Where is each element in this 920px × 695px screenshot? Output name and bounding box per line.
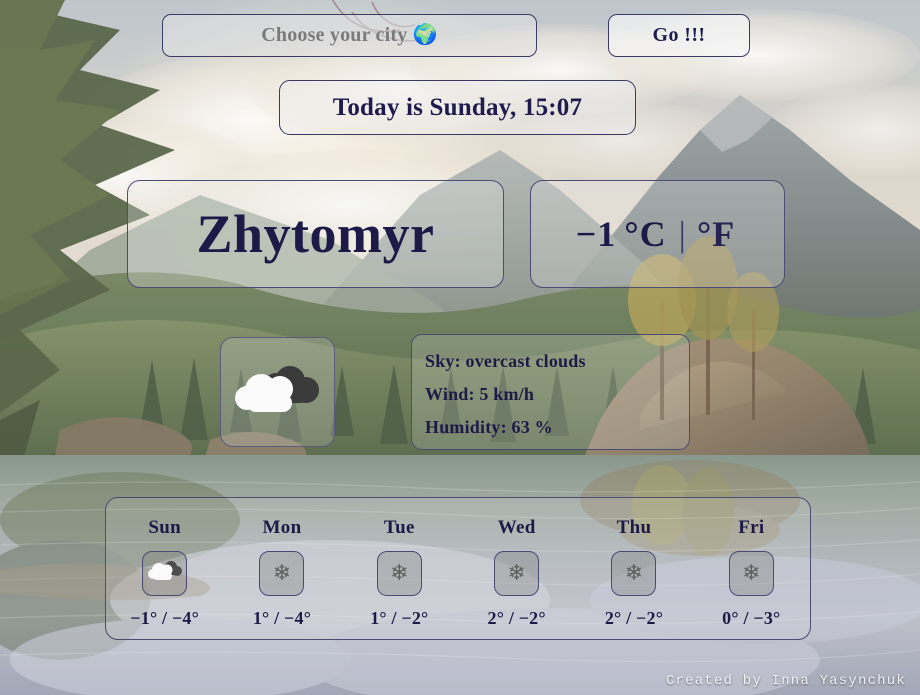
city-search-input[interactable]	[162, 14, 537, 57]
forecast-icon-box	[142, 551, 188, 596]
forecast-day-name: Thu	[616, 517, 652, 538]
current-date-text: Today is Sunday, 15:07	[332, 93, 583, 121]
forecast-day-temps: 2° / −2°	[487, 608, 546, 628]
sky-condition-row: Sky: overcast clouds	[425, 351, 586, 371]
current-weather-icon-panel	[220, 337, 335, 447]
forecast-icon-box: ❄	[728, 551, 774, 596]
snow-icon: ❄	[624, 560, 644, 586]
forecast-day: Tue ❄ 1° / −2°	[341, 498, 458, 639]
forecast-day-temps: 1° / −4°	[252, 608, 312, 628]
forecast-day-name: Tue	[383, 517, 415, 538]
forecast-day-temps: 0° / −3°	[722, 608, 781, 628]
weekly-forecast: Sun −1° / −4° Mon ❄ 1° / −4° Tue ❄ 1° / …	[105, 497, 811, 640]
snow-icon: ❄	[272, 560, 292, 586]
unit-separator: |	[678, 214, 687, 254]
temperature-unit-toggle: °C | °F	[616, 213, 739, 255]
weather-app: Go !!! Today is Sunday, 15:07 Zhytomyr −…	[0, 0, 920, 695]
snow-icon: ❄	[742, 560, 761, 586]
go-button[interactable]: Go !!!	[608, 14, 750, 57]
forecast-icon-box: ❄	[611, 551, 657, 596]
forecast-day: Wed ❄ 2° / −2°	[458, 498, 575, 639]
forecast-day-temps: 2° / −2°	[604, 608, 664, 628]
search-row: Go !!!	[0, 14, 920, 58]
celsius-unit-label: °C	[624, 214, 667, 254]
forecast-day-name: Fri	[738, 517, 765, 538]
forecast-day-name: Wed	[497, 517, 536, 538]
author-credit: Created by Inna Yasynchuk	[665, 673, 906, 689]
forecast-day-name: Sun	[148, 517, 181, 538]
humidity-row: Humidity: 63 %	[425, 417, 553, 437]
broken-clouds-icon	[147, 559, 182, 588]
current-details-panel: Sky: overcast clouds Wind: 5 km/h Humidi…	[411, 334, 690, 450]
forecast-day-name: Mon	[262, 517, 302, 538]
forecast-day: Fri ❄ 0° / −3°	[693, 498, 810, 639]
forecast-icon-box: ❄	[259, 551, 305, 596]
snow-icon: ❄	[507, 560, 526, 586]
overcast-clouds-icon	[234, 359, 321, 426]
forecast-icon-box: ❄	[494, 551, 540, 596]
fahrenheit-unit-link[interactable]: °F	[693, 213, 739, 255]
forecast-day: Mon ❄ 1° / −4°	[223, 498, 340, 639]
current-temperature-value: −1	[575, 214, 617, 254]
city-name: Zhytomyr	[196, 204, 435, 264]
ui-layer: Go !!! Today is Sunday, 15:07 Zhytomyr −…	[0, 0, 920, 695]
forecast-day-temps: −1° / −4°	[130, 608, 200, 628]
current-date-bar: Today is Sunday, 15:07	[279, 80, 636, 135]
temperature-panel: −1 °C | °F	[530, 180, 785, 288]
forecast-icon-box: ❄	[376, 551, 422, 596]
wind-row: Wind: 5 km/h	[425, 384, 535, 404]
forecast-day: Sun −1° / −4°	[106, 498, 223, 639]
forecast-day: Thu ❄ 2° / −2°	[575, 498, 692, 639]
forecast-day-temps: 1° / −2°	[370, 608, 429, 628]
city-name-panel: Zhytomyr	[127, 180, 504, 288]
snow-icon: ❄	[390, 560, 409, 586]
